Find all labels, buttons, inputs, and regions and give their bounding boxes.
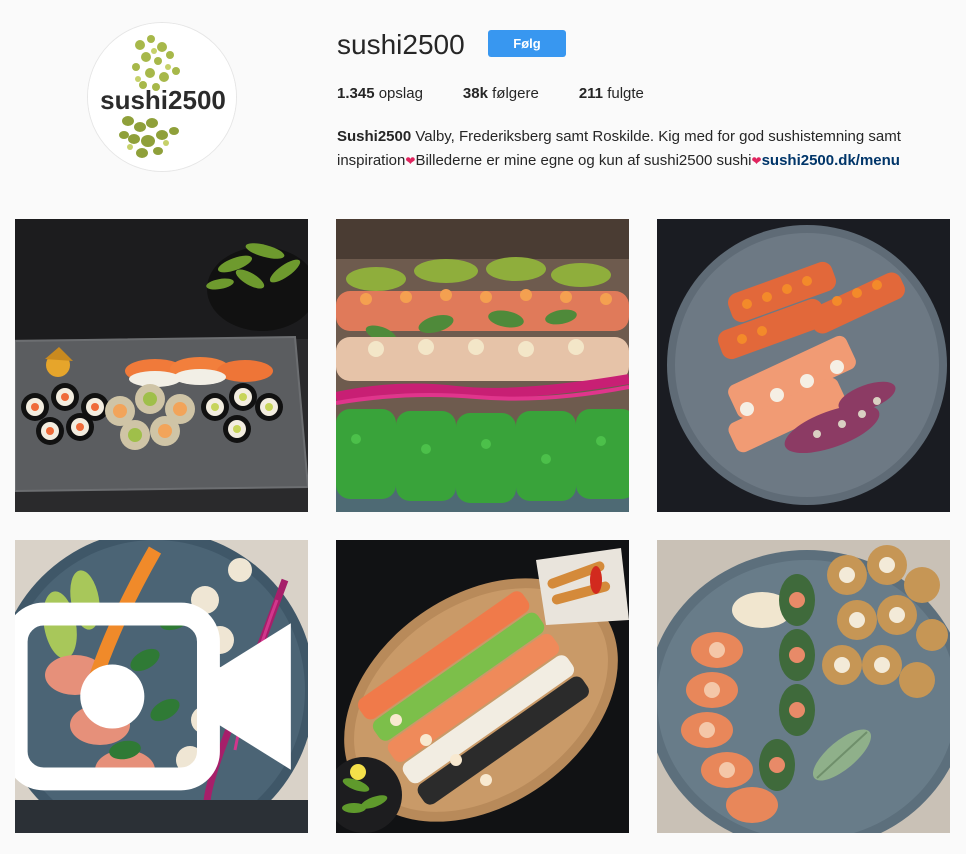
post-thumbnail-4[interactable] <box>15 540 308 833</box>
avatar-logo-text: sushi2500 <box>100 85 226 115</box>
followers-label: følgere <box>492 85 539 102</box>
post-thumbnail-2[interactable] <box>336 219 629 512</box>
bio-website-link[interactable]: sushi2500.dk/menu <box>762 152 900 169</box>
post-thumbnail-1[interactable] <box>15 219 308 512</box>
post-image-3 <box>657 219 950 512</box>
post-image-2 <box>336 219 629 512</box>
video-camera-icon <box>15 602 291 791</box>
followers-stat[interactable]: 38k følgere <box>463 85 539 103</box>
post-image-6 <box>657 540 950 833</box>
bio-name: Sushi2500 <box>337 128 412 145</box>
followers-count: 38k <box>462 85 488 102</box>
bio-text-line1: Valby, Frederiksberg samt Roskilde. Kig … <box>411 128 901 145</box>
bio-text-line2-b: Billederne er mine egne og kun af sushi2… <box>415 152 752 169</box>
bio-text-line2-a: inspiration <box>337 152 406 169</box>
profile-bio: Sushi2500 Valby, Frederiksberg samt Rosk… <box>337 125 937 173</box>
post-image-5 <box>336 540 629 833</box>
post-thumbnail-5[interactable] <box>336 540 629 833</box>
post-thumbnail-3[interactable] <box>657 219 950 512</box>
posts-stat[interactable]: 1.345 opslag <box>337 85 423 103</box>
following-stat[interactable]: 211 fulgte <box>579 85 644 103</box>
post-image-1 <box>15 219 308 512</box>
avatar-logo-image: sushi2500 <box>88 23 236 171</box>
post-thumbnail-6[interactable] <box>657 540 950 833</box>
posts-label: opslag <box>378 85 423 102</box>
posts-count: 1.345 <box>337 85 375 102</box>
profile-username: sushi2500 <box>337 29 465 60</box>
following-count: 211 <box>578 85 604 102</box>
follow-button[interactable]: Følg <box>488 30 566 57</box>
following-label: fulgte <box>607 85 644 102</box>
heart-icon: ❤ <box>751 154 762 168</box>
heart-icon: ❤ <box>405 154 416 168</box>
profile-avatar[interactable]: sushi2500 <box>87 22 237 172</box>
profile-stats: 1.345 opslag 38k følgere 211 fulgte <box>337 85 684 103</box>
